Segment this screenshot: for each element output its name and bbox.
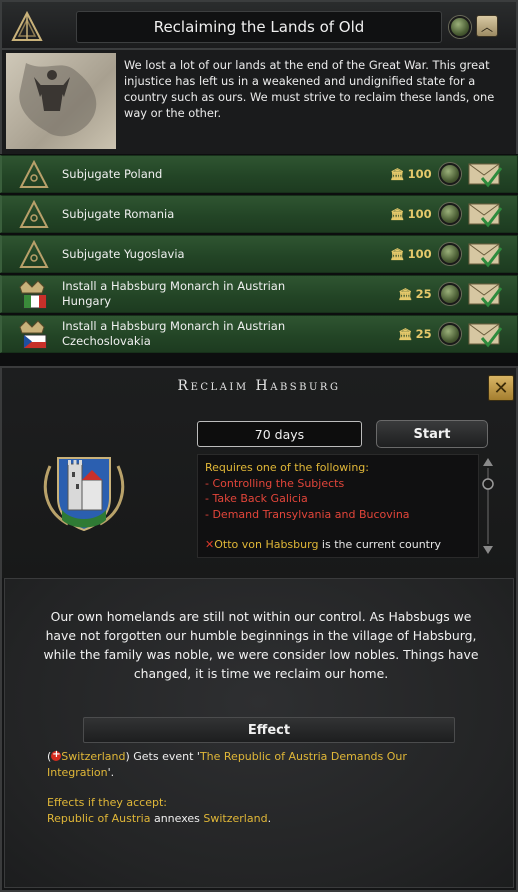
effect-text: ) Gets event '	[125, 750, 200, 763]
close-button[interactable]: ✕	[488, 375, 514, 401]
status-orb-icon	[439, 203, 461, 225]
focus-row-label: Subjugate Romania	[62, 206, 175, 221]
status-orb-icon	[439, 323, 461, 345]
status-orb-icon[interactable]	[449, 16, 471, 38]
political-power-icon: 🏛	[398, 287, 413, 301]
castle-emblem-icon	[38, 450, 130, 534]
focus-description-panel: We lost a lot of our lands at the end of…	[0, 50, 518, 154]
crown-flag-icon	[12, 279, 56, 311]
effect-header: Effect	[83, 717, 455, 743]
military-compass-icon	[12, 159, 56, 191]
effect-target: Switzerland	[203, 811, 268, 825]
effect-end: .	[267, 811, 272, 825]
status-orb-icon	[439, 283, 461, 305]
focus-cost: 🏛 100	[390, 165, 432, 183]
focus-cost: 🏛 100	[390, 205, 432, 223]
start-button[interactable]: Start	[376, 420, 488, 448]
requirement-country-name: Otto von Habsburg	[214, 538, 319, 551]
confirm-envelope-icon[interactable]	[468, 160, 503, 190]
effect-line-event: (Switzerland) Gets event 'The Republic o…	[47, 747, 477, 780]
political-power-icon: 🏛	[390, 247, 405, 261]
cost-value: 100	[407, 207, 432, 221]
focus-description: We lost a lot of our lands at the end of…	[124, 58, 495, 120]
requirement-item: - Controlling the Subjects	[205, 476, 345, 490]
status-orb-icon	[439, 163, 461, 185]
cost-value: 25	[415, 327, 432, 341]
requirement-country-line: ✕Otto von Habsburg is the current countr…	[205, 537, 471, 553]
status-orb-icon	[439, 243, 461, 265]
accept-heading: Effects if they accept:	[47, 796, 167, 809]
decision-header: Reclaim Habsburg ✕ 70 days Start Require…	[2, 368, 516, 578]
political-power-icon: 🏛	[390, 207, 405, 221]
cost-value: 25	[415, 287, 432, 301]
chevron-up-icon: ︿	[480, 19, 493, 34]
effect-text-end: '.	[107, 765, 115, 779]
focus-cost: 🏛 100	[390, 245, 432, 263]
military-compass-icon	[12, 239, 56, 271]
effect-line-annex: Republic of Austria annexes Switzerland.	[47, 811, 477, 827]
close-icon: ✕	[493, 377, 509, 399]
decision-panel: Reclaim Habsburg ✕ 70 days Start Require…	[0, 366, 518, 892]
decision-duration: 70 days	[197, 421, 362, 447]
map-eagle-image	[6, 53, 116, 149]
focus-row[interactable]: Subjugate Yugoslavia 🏛 100	[0, 235, 518, 273]
military-compass-icon	[12, 199, 56, 231]
focus-cost: 🏛 25	[398, 325, 432, 343]
focus-header: Reclaiming the Lands of Old ︿	[0, 0, 518, 50]
confirm-envelope-icon[interactable]	[468, 280, 503, 310]
focus-row[interactable]: Subjugate Poland 🏛 100	[0, 155, 518, 193]
focus-cost: 🏛 25	[398, 285, 432, 303]
cost-value: 100	[407, 247, 432, 261]
confirm-envelope-icon[interactable]	[468, 320, 503, 350]
confirm-envelope-icon[interactable]	[468, 200, 503, 230]
cross-icon: ✕	[205, 538, 215, 551]
focus-title: Reclaiming the Lands of Old	[76, 11, 442, 43]
political-power-icon: 🏛	[398, 327, 413, 341]
effect-verb: annexes	[150, 811, 204, 825]
focus-row-label: Install a Habsburg Monarch in Austrian C…	[62, 319, 286, 348]
requirement-item: - Take Back Galicia	[205, 492, 308, 505]
focus-row-label: Subjugate Poland	[62, 166, 163, 181]
collapse-button[interactable]: ︿	[476, 15, 498, 37]
confirm-envelope-icon[interactable]	[468, 240, 503, 270]
requirements-box: Requires one of the following: - Control…	[197, 454, 479, 558]
requirements-scrollbar[interactable]	[482, 456, 494, 556]
swiss-flag-icon	[51, 747, 62, 763]
focus-row[interactable]: Subjugate Romania 🏛 100	[0, 195, 518, 233]
scroll-up-icon	[483, 458, 493, 466]
scroll-down-icon	[483, 546, 493, 554]
military-compass-icon	[8, 8, 46, 46]
focus-row[interactable]: Install a Habsburg Monarch in Austrian C…	[0, 315, 518, 353]
political-power-icon: 🏛	[390, 167, 405, 181]
crown-flag-icon	[12, 319, 56, 351]
requirement-item: - Demand Transylvania and Bucovina	[205, 507, 410, 521]
cost-value: 100	[407, 167, 432, 181]
requirements-heading: Requires one of the following:	[205, 461, 369, 474]
effects-text: (Switzerland) Gets event 'The Republic o…	[47, 747, 477, 827]
focus-row[interactable]: Install a Habsburg Monarch in Austrian H…	[0, 275, 518, 313]
decision-story: Our own homelands are still not within o…	[43, 609, 479, 681]
effect-country: Switzerland	[61, 750, 126, 763]
effect-actor: Republic of Austria	[47, 811, 151, 825]
requirement-country-text: is the current country	[318, 538, 442, 551]
focus-row-label: Install a Habsburg Monarch in Austrian H…	[62, 279, 286, 308]
decision-body: Our own homelands are still not within o…	[4, 578, 514, 888]
focus-row-label: Subjugate Yugoslavia	[62, 246, 185, 261]
decision-title: Reclaim Habsburg	[177, 378, 341, 394]
